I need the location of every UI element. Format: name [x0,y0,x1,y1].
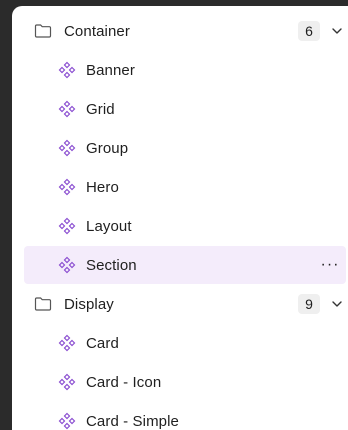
tree-item-hero[interactable]: Hero [24,168,346,206]
tree-item-card-icon[interactable]: Card - Icon [24,363,346,401]
tree-item-label: Section [86,256,137,274]
group-row-container[interactable]: Container 6 [24,12,346,50]
item-count-badge: 9 [298,294,320,314]
group-row-display[interactable]: Display 9 [24,285,346,323]
component-icon [58,217,76,235]
component-icon [58,100,76,118]
group-label: Display [64,295,114,313]
tree-item-grid[interactable]: Grid [24,90,346,128]
tree-item-group[interactable]: Group [24,129,346,167]
tree-item-label: Card - Icon [86,373,162,391]
tree-item-card[interactable]: Card [24,324,346,362]
component-icon [58,412,76,430]
folder-icon [34,297,52,311]
tree-item-label: Banner [86,61,135,79]
component-icon [58,178,76,196]
component-icon [58,373,76,391]
tree-item-label: Grid [86,100,115,118]
tree-item-section[interactable]: Section ··· [24,246,346,284]
component-icon [58,334,76,352]
folder-icon [34,24,52,38]
tree-item-label: Group [86,139,129,157]
component-icon [58,139,76,157]
tree-item-label: Card [86,334,119,352]
more-options-icon[interactable]: ··· [320,255,340,275]
tree-item-card-simple[interactable]: Card - Simple [24,402,346,430]
chevron-down-icon[interactable] [330,24,344,38]
chevron-down-icon[interactable] [330,297,344,311]
item-count-badge: 6 [298,21,320,41]
tree-item-label: Card - Simple [86,412,179,430]
component-icon [58,61,76,79]
tree-item-label: Hero [86,178,119,196]
tree-item-label: Layout [86,217,132,235]
tree-item-layout[interactable]: Layout [24,207,346,245]
component-tree-panel: Container 6 Banner Grid Group Hero Layou… [12,6,348,430]
tree-item-banner[interactable]: Banner [24,51,346,89]
group-label: Container [64,22,130,40]
component-icon [58,256,76,274]
